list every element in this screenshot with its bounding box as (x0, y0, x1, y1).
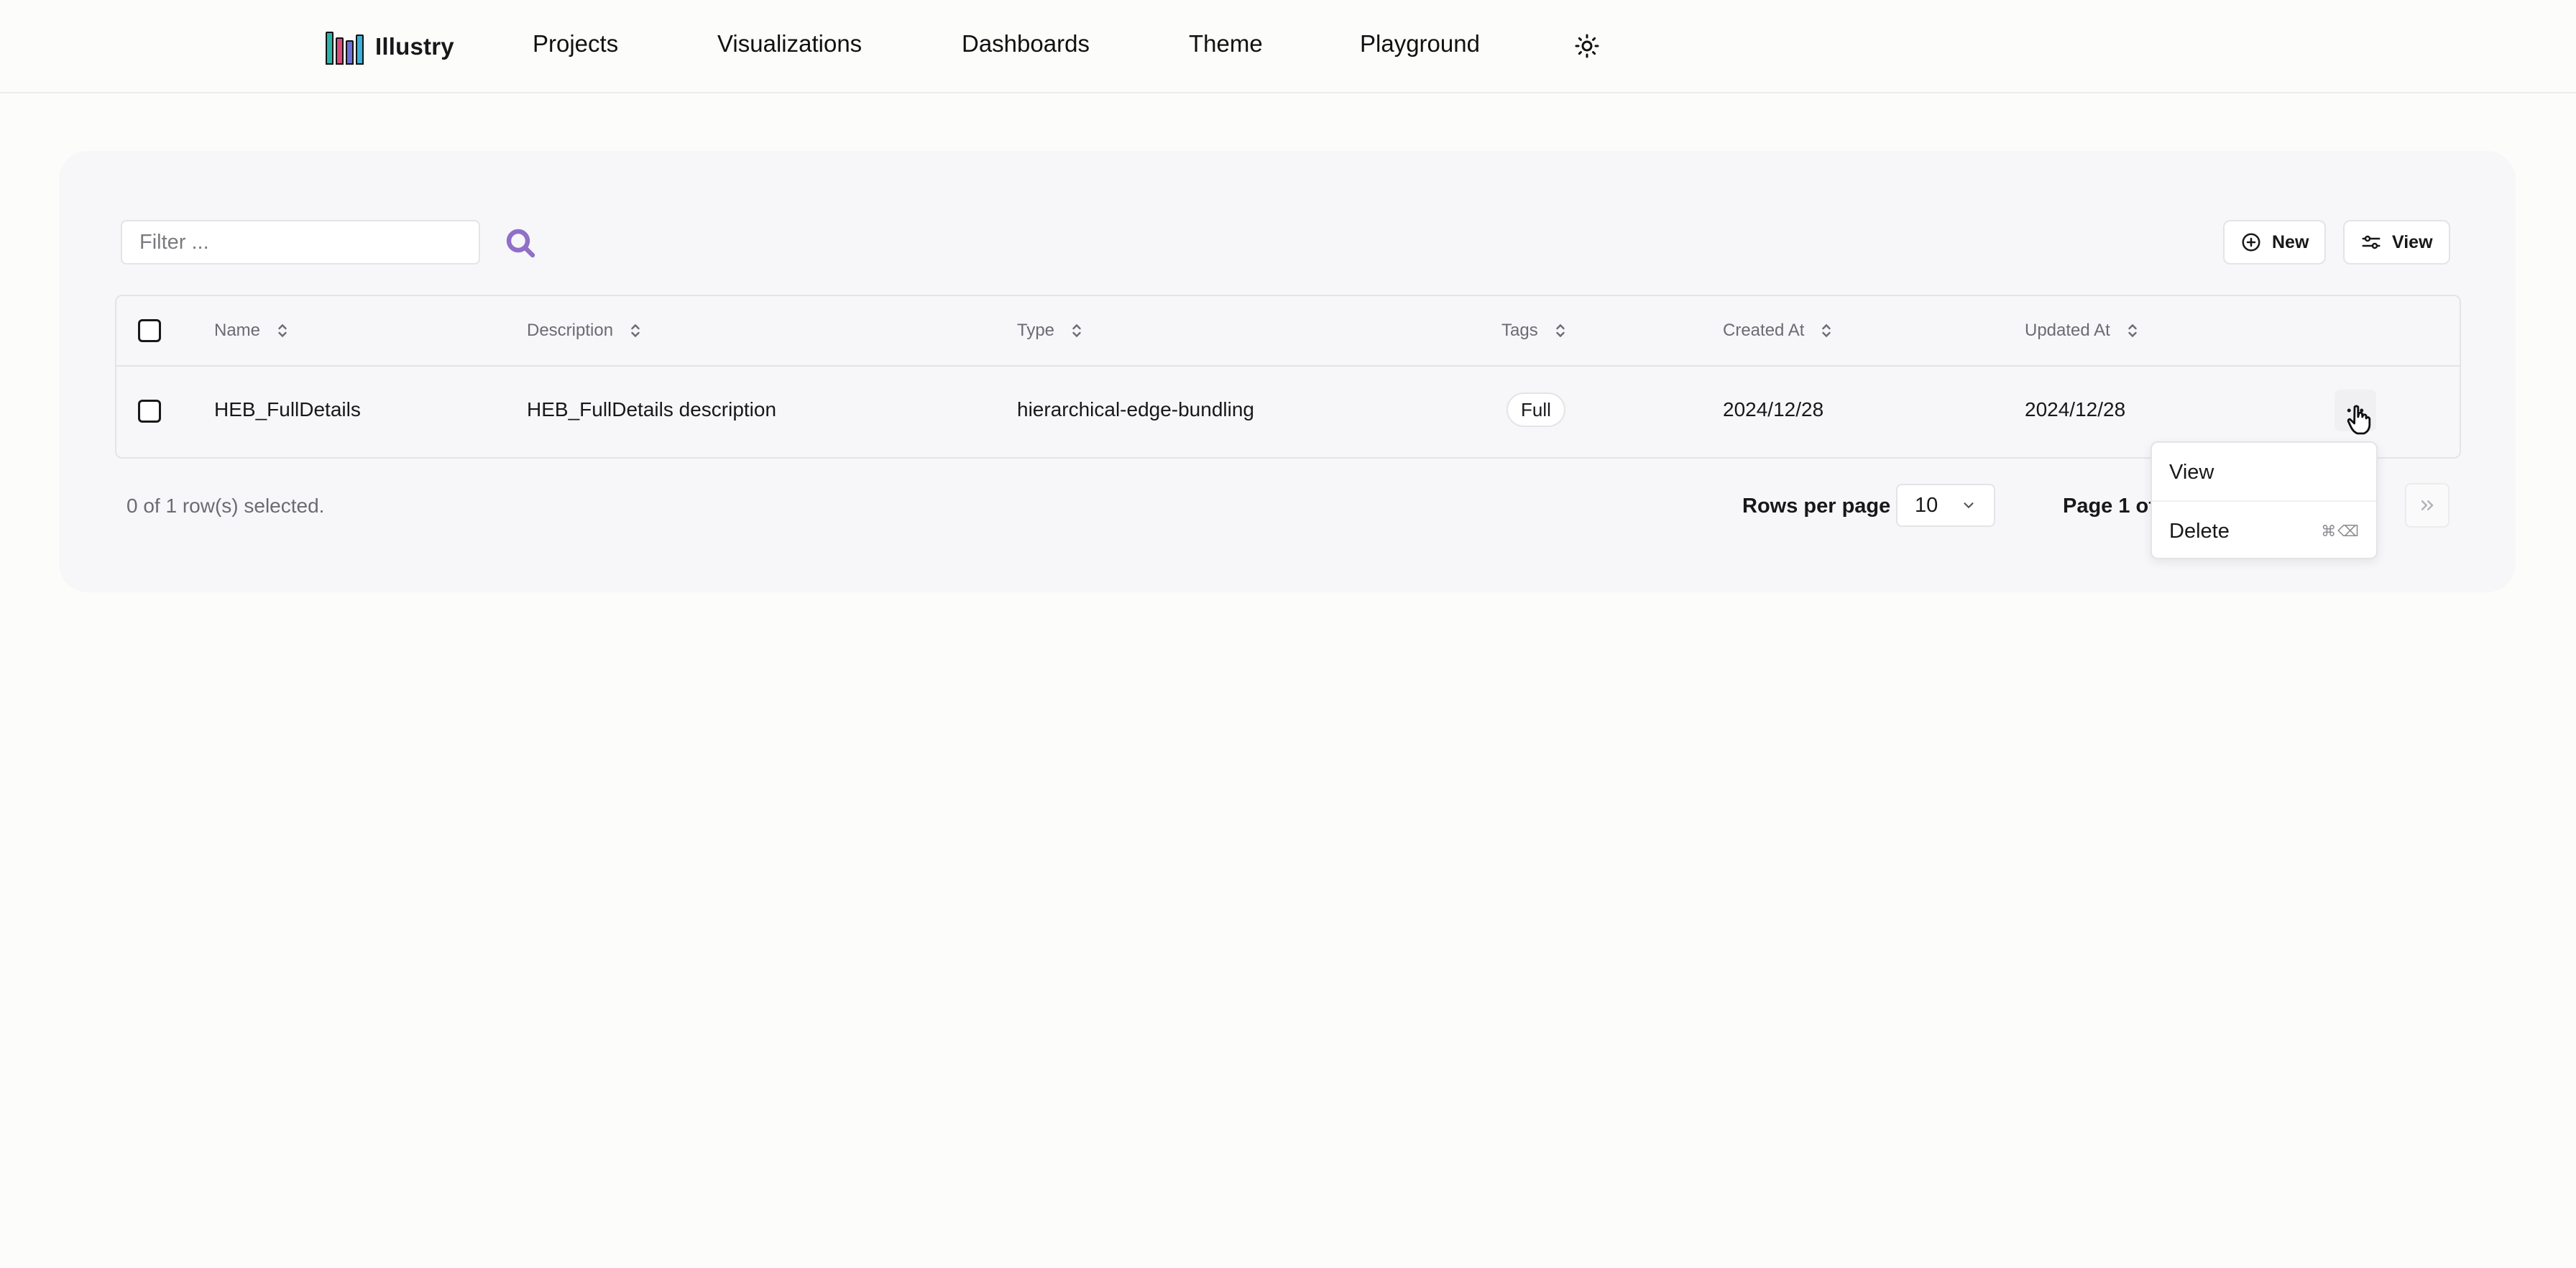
column-header-created-at[interactable]: Created At (1723, 321, 1834, 341)
rows-per-page-select[interactable]: 10 (1896, 484, 1995, 527)
row-select-checkbox[interactable] (138, 400, 161, 423)
sort-icon (1072, 323, 1081, 338)
menu-separator (2152, 500, 2376, 502)
cell-description: HEB_FullDetails description (527, 398, 777, 421)
table-row[interactable]: HEB_FullDetails HEB_FullDetails descript… (116, 367, 2460, 459)
select-all-checkbox[interactable] (138, 319, 161, 342)
nav-link-projects[interactable]: Projects (533, 30, 618, 58)
rows-per-page-label: Rows per page (1742, 495, 1891, 518)
table-header: Name Description Type Tags Created At Up… (116, 296, 2460, 367)
column-header-description[interactable]: Description (527, 321, 643, 341)
sort-icon (2128, 323, 2137, 338)
column-header-updated-at-label: Updated At (2025, 321, 2110, 340)
sliders-icon (2362, 235, 2380, 249)
search-icon (506, 229, 535, 258)
chevron-down-icon (1964, 502, 1974, 509)
new-button-label: New (2272, 231, 2309, 252)
top-navigation: Illustry Projects Visualizations Dashboa… (0, 0, 2576, 93)
nav-link-visualizations[interactable]: Visualizations (717, 30, 862, 58)
cell-created-at: 2024/12/28 (1723, 398, 1824, 421)
logo-icon (326, 29, 364, 65)
sun-icon (1575, 34, 1599, 58)
selected-row-count: 0 of 1 row(s) selected. (126, 495, 325, 517)
filter-input[interactable] (121, 220, 480, 265)
column-header-name-label: Name (214, 321, 261, 340)
cell-name: HEB_FullDetails (214, 398, 361, 421)
menu-item-delete-label: Delete (2169, 519, 2230, 543)
view-options-button[interactable]: View (2343, 220, 2450, 265)
menu-item-view[interactable]: View (2158, 449, 2372, 496)
new-button[interactable]: New (2223, 220, 2327, 265)
column-header-name[interactable]: Name (214, 321, 290, 341)
sort-icon (278, 323, 287, 338)
chevrons-right-icon (2421, 500, 2434, 510)
view-options-label: View (2392, 231, 2433, 252)
plus-circle-icon (2242, 233, 2260, 252)
menu-item-delete[interactable]: Delete ⌘⌫ (2158, 507, 2372, 555)
column-header-type-label: Type (1017, 321, 1055, 340)
menu-item-view-label: View (2169, 460, 2214, 484)
brand-link[interactable]: Illustry (326, 27, 454, 66)
theme-toggle-button[interactable] (1574, 33, 1600, 59)
nav-link-playground[interactable]: Playground (1360, 30, 1480, 58)
cell-type: hierarchical-edge-bundling (1017, 398, 1254, 421)
rows-per-page-value: 10 (1915, 493, 1938, 517)
nav-link-theme[interactable]: Theme (1189, 30, 1263, 58)
data-table: Name Description Type Tags Created At Up… (115, 295, 2461, 459)
column-header-type[interactable]: Type (1017, 321, 1085, 341)
brand-name: Illustry (375, 33, 454, 60)
row-actions-menu: View Delete ⌘⌫ (2150, 441, 2378, 559)
column-header-created-at-label: Created At (1723, 321, 1805, 340)
delete-shortcut: ⌘⌫ (2321, 523, 2360, 540)
tag-badge: Full (1506, 392, 1565, 427)
sort-icon (1556, 323, 1565, 338)
sort-icon (1822, 323, 1831, 338)
last-page-button[interactable] (2405, 483, 2450, 528)
search-button[interactable] (503, 226, 538, 260)
sort-icon (631, 323, 640, 338)
column-header-tags[interactable]: Tags (1501, 321, 1568, 341)
page-info: Page 1 of (2063, 495, 2156, 518)
cell-updated-at: 2024/12/28 (2025, 398, 2126, 421)
hand-pointer-icon (2347, 405, 2371, 435)
column-header-description-label: Description (527, 321, 614, 340)
column-header-tags-label: Tags (1501, 321, 1538, 340)
nav-link-dashboards[interactable]: Dashboards (962, 30, 1090, 58)
column-header-updated-at[interactable]: Updated At (2025, 321, 2140, 341)
